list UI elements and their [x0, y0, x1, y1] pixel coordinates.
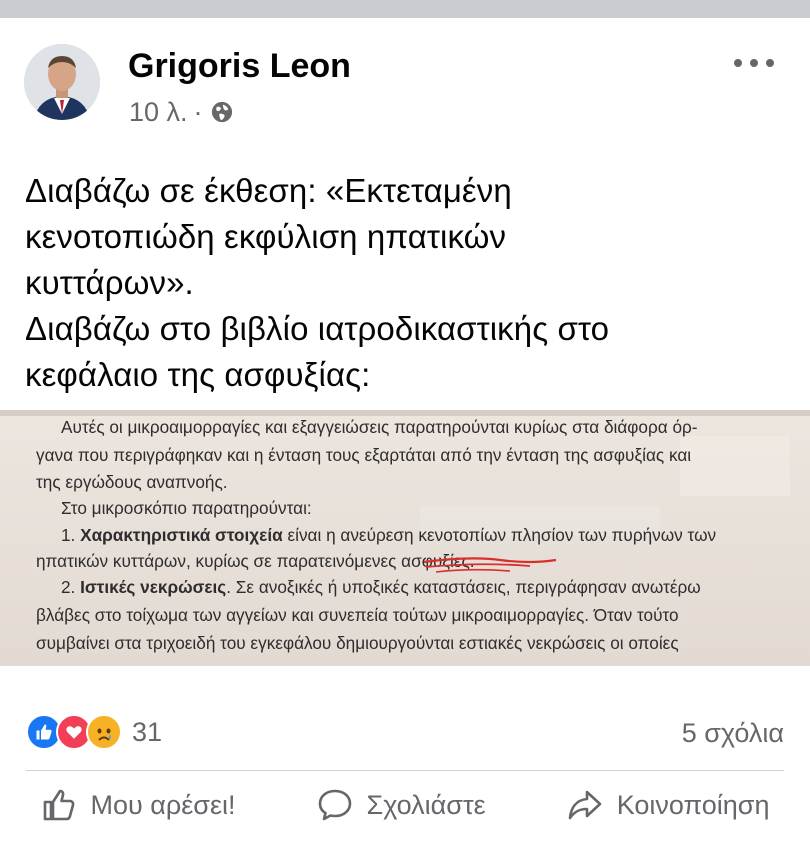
avatar[interactable]: [24, 44, 100, 120]
share-button[interactable]: Κοινοποίηση: [567, 787, 770, 823]
red-pen-marks: [423, 557, 557, 573]
post-card: Grigoris Leon 10 λ. · Διαβάζω σε έκθεση:…: [0, 18, 810, 852]
comments-count[interactable]: 5 σχόλια: [682, 718, 784, 749]
globe-icon: [211, 101, 232, 123]
thumbs-up-icon: [43, 789, 74, 821]
post-text-line: Διαβάζω σε έκθεση: «Εκτεταμένη: [25, 172, 512, 209]
comment-bubble-icon: [318, 789, 351, 821]
post-text-line: κυττάρων».: [25, 264, 194, 301]
more-options-button[interactable]: [734, 53, 774, 73]
post-actions-bar: Μου αρέσει! Σχολιάστε Κοινοποίηση: [0, 768, 810, 842]
like-button[interactable]: Μου αρέσει!: [41, 787, 236, 823]
share-button-label: Κοινοποίηση: [616, 789, 770, 820]
reaction-count: 31: [132, 716, 163, 747]
more-dot-icon: [734, 59, 742, 67]
sad-icon: [86, 714, 122, 750]
post-text-line: κενοτοπιώδη εκφύλιση ηπατικών: [25, 218, 507, 255]
avatar-image: [24, 44, 100, 120]
more-dot-icon: [750, 59, 758, 67]
post-text-line: Διαβάζω στο βιβλίο ιατροδικαστικής στο: [25, 310, 610, 347]
comment-button[interactable]: Σχολιάστε: [317, 787, 486, 823]
post-photo[interactable]: Αυτές οι μικροαιμορραγίες και εξαγγειώσε…: [0, 410, 810, 666]
author-name[interactable]: Grigoris Leon: [128, 46, 351, 86]
post-meta: 10 λ. ·: [129, 96, 233, 128]
post-text: Διαβάζω σε έκθεση: «Εκτεταμένη κενοτοπιώ…: [25, 168, 795, 398]
more-dot-icon: [766, 59, 774, 67]
post-text-line: κεφάλαιο της ασφυξίας:: [25, 356, 371, 393]
like-button-label: Μου αρέσει!: [90, 789, 236, 820]
comment-button-label: Σχολιάστε: [366, 789, 486, 820]
post-time[interactable]: 10 λ.: [129, 96, 188, 128]
meta-separator: ·: [193, 97, 203, 127]
reactions-summary[interactable]: 31: [26, 714, 162, 750]
share-arrow-icon: [568, 790, 601, 820]
top-bar: [0, 0, 810, 18]
